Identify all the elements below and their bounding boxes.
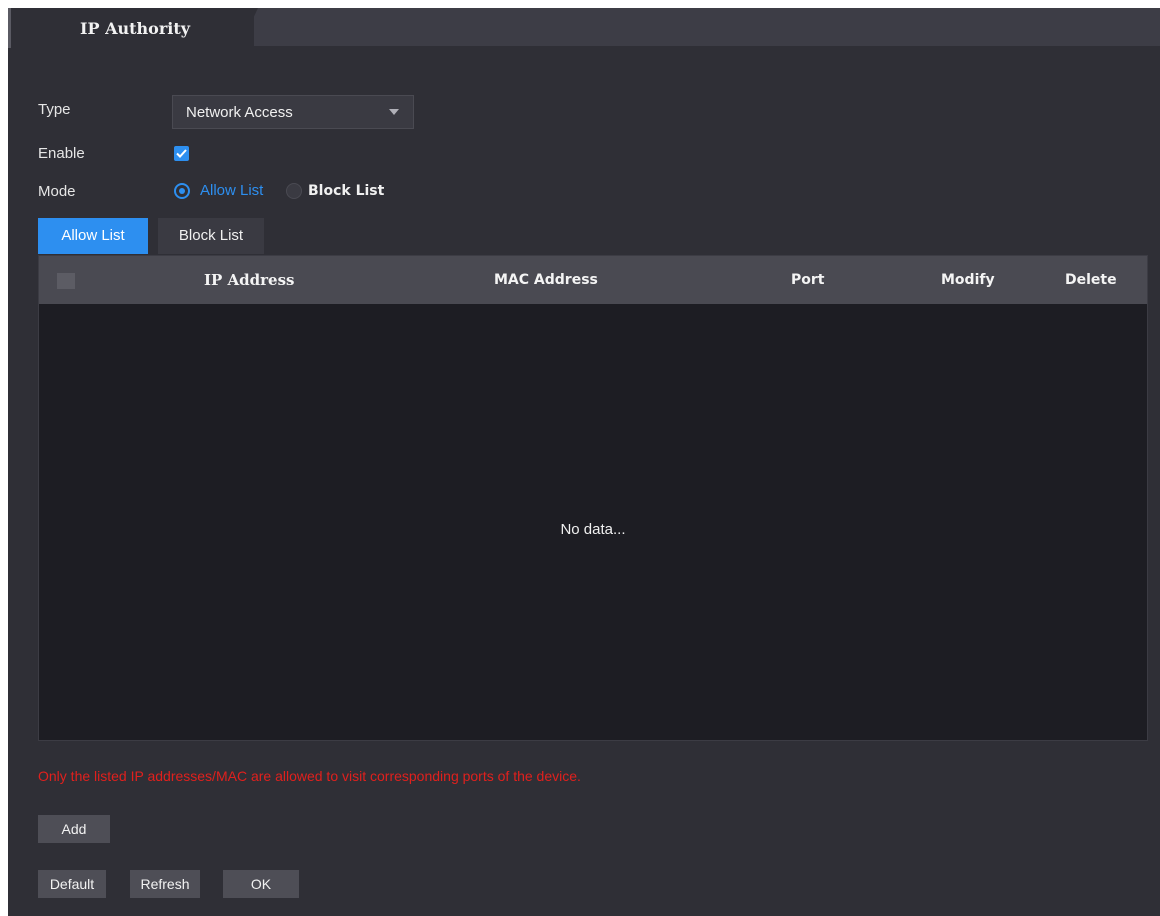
empty-table-message: No data... [560, 521, 626, 538]
ok-button[interactable]: OK [223, 870, 299, 898]
type-select-value: Network Access [186, 104, 293, 121]
tab-left-accent [8, 8, 11, 48]
chevron-down-icon [389, 109, 399, 115]
column-delete: Delete [1065, 272, 1117, 288]
tab-ip-authority-label: IP Authority [80, 19, 191, 38]
select-all-checkbox[interactable] [57, 273, 75, 289]
default-button[interactable]: Default [38, 870, 106, 898]
mode-radio-block-list-label[interactable]: Block List [308, 183, 384, 199]
column-ip-address: IP Address [204, 271, 295, 289]
column-modify: Modify [941, 272, 995, 288]
column-port: Port [791, 272, 825, 288]
type-select[interactable]: Network Access [172, 95, 414, 129]
column-mac-address: MAC Address [494, 272, 598, 288]
enable-checkbox[interactable] [174, 146, 189, 161]
add-button[interactable]: Add [38, 815, 110, 843]
type-label: Type [38, 101, 71, 118]
tab-allow-list[interactable]: Allow List [38, 218, 148, 254]
tab-block-list[interactable]: Block List [158, 218, 264, 254]
allow-list-hint: Only the listed IP addresses/MAC are all… [38, 768, 581, 784]
mode-radio-block-list[interactable] [286, 183, 302, 199]
tab-strip-background [240, 8, 1160, 46]
refresh-button[interactable]: Refresh [130, 870, 200, 898]
mode-label: Mode [38, 183, 76, 200]
tab-strip: IP Authority [8, 8, 1160, 48]
table-header: IP Address MAC Address Port Modify Delet… [39, 256, 1147, 304]
allow-list-table: IP Address MAC Address Port Modify Delet… [38, 255, 1148, 741]
ip-authority-page: IP Authority Type Network Access Enable … [8, 8, 1160, 916]
tab-ip-authority[interactable]: IP Authority [8, 8, 254, 48]
enable-label: Enable [38, 145, 85, 162]
mode-radio-allow-list[interactable] [174, 183, 190, 199]
checkmark-icon [176, 149, 187, 158]
mode-radio-allow-list-label[interactable]: Allow List [200, 182, 263, 199]
